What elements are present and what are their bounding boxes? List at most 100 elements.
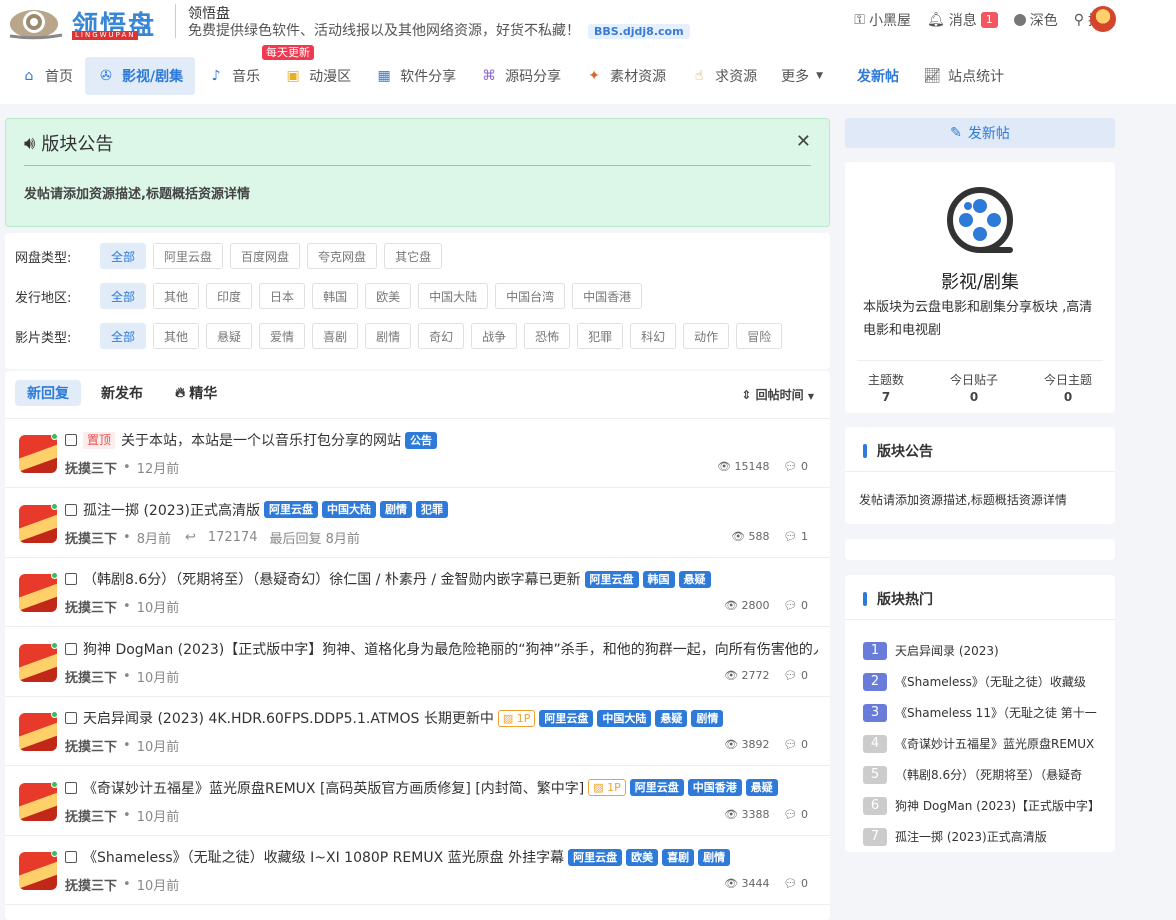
nav-software[interactable]: ▦ 软件分享	[363, 57, 468, 95]
filter-chip[interactable]: 中国香港	[572, 283, 643, 309]
hot-thread-title[interactable]: 《Shameless 11》（无耻之徒 第十一	[895, 704, 1097, 721]
filter-chip[interactable]: 韩国	[312, 283, 359, 309]
thread-checkbox[interactable]	[65, 712, 77, 724]
filter-chip[interactable]: 恐怖	[524, 323, 571, 349]
thread-title[interactable]: 《奇谋妙计五福星》蓝光原盘REMUX [高码英版官方画质修复] [内封简、繁中字…	[83, 778, 778, 798]
filter-chip[interactable]: 奇幻	[418, 323, 465, 349]
thread-tag[interactable]: 剧情	[698, 848, 731, 866]
thread-tag[interactable]: 韩国	[642, 570, 675, 588]
thread-author[interactable]: 抚摸三下	[65, 736, 117, 755]
hot-thread-title[interactable]: 《奇谋妙计五福星》蓝光原盘REMUX	[895, 735, 1094, 752]
table-row[interactable]: 孤注一掷 (2023)正式高清版 阿里云盘 中国大陆 剧情 犯罪 抚摸三下 • 8月前 ↩ 172…	[5, 489, 830, 558]
nav-home[interactable]: ⌂ 首页	[8, 57, 85, 95]
thread-checkbox[interactable]	[65, 781, 77, 794]
nav-new-post-button[interactable]: 发新帖	[845, 57, 911, 95]
thread-tag[interactable]: 阿里云盘	[539, 709, 594, 727]
thread-title-text[interactable]: （韩剧8.6分）（死期将至）（悬疑奇幻）徐仁国 / 朴素丹 / 金智勋内嵌字幕已…	[83, 569, 581, 589]
thread-tag[interactable]: 公告	[405, 431, 438, 449]
nav-movies[interactable]: ✇ 影视/剧集	[85, 57, 196, 95]
filter-chip[interactable]: 百度网盘	[230, 243, 301, 269]
thread-tag[interactable]: 阿里云盘	[568, 848, 623, 866]
sort-dropdown[interactable]: ⇕ 回帖时间 ▼	[741, 386, 814, 403]
hot-thread-item[interactable]: 6 狗神 DogMan (2023)【正式版中字】	[863, 790, 1103, 821]
thread-checkbox[interactable]	[65, 503, 77, 516]
thread-tag[interactable]: 犯罪	[416, 501, 449, 518]
thread-tag[interactable]: 阿里云盘	[629, 779, 684, 796]
thread-title-text[interactable]: 狗神 DogMan (2023)【正式版中字】狗神、道格化身为最危险艳丽的“狗神…	[83, 639, 818, 659]
table-row[interactable]: 《奇谋妙计五福星》蓝光原盘REMUX [高码英版官方画质修复] [内封简、繁中字…	[5, 767, 830, 836]
thread-title[interactable]: 天启异闻录 (2023) 4K.HDR.60FPS.DDP5.1.ATMOS 长…	[83, 708, 724, 728]
thread-tag[interactable]: 喜剧	[662, 848, 695, 866]
thread-tag[interactable]: 剧情	[691, 709, 724, 727]
nav-stats[interactable]: 📈︎ 站点统计	[911, 57, 1016, 95]
filter-chip[interactable]: 其它盘	[384, 243, 443, 269]
thread-title[interactable]: 孤注一掷 (2023)正式高清版 阿里云盘 中国大陆 剧情 犯罪	[83, 500, 449, 520]
thread-title-text[interactable]: 天启异闻录 (2023) 4K.HDR.60FPS.DDP5.1.ATMOS 长…	[83, 708, 494, 728]
avatar[interactable]	[19, 643, 57, 682]
thread-checkbox[interactable]	[65, 573, 77, 585]
hot-thread-item[interactable]: 5 （韩剧8.6分）（死期将至）（悬疑奇	[863, 759, 1103, 790]
filter-chip[interactable]: 欧美	[365, 283, 412, 309]
filter-chip[interactable]: 中国台湾	[495, 283, 566, 309]
thread-title[interactable]: 置顶 关于本站，本站是一个以音乐打包分享的网站 公告	[83, 430, 438, 450]
filter-chip[interactable]: 印度	[206, 283, 253, 309]
nav-anime[interactable]: ▣ 动漫区	[272, 57, 363, 95]
thread-tag[interactable]: 中国大陆	[322, 501, 377, 518]
filter-chip[interactable]: 冒险	[736, 323, 783, 349]
thread-tag[interactable]: 欧美	[626, 848, 659, 866]
filter-chip[interactable]: 动作	[683, 323, 730, 349]
filter-chip[interactable]: 悬疑	[206, 323, 253, 349]
nav-requests[interactable]: ☝ 求资源	[678, 57, 769, 95]
filter-chip[interactable]: 全部	[100, 283, 147, 309]
user-avatar[interactable]	[1090, 6, 1116, 32]
thread-title[interactable]: （韩剧8.6分）（死期将至）（悬疑奇幻）徐仁国 / 朴素丹 / 金智勋内嵌字幕已…	[83, 569, 711, 589]
table-row[interactable]: 天启异闻录 (2023) 4K.HDR.60FPS.DDP5.1.ATMOS 长…	[5, 697, 830, 766]
tab-new-posts[interactable]: 新发布	[89, 380, 155, 406]
dark-mode-toggle[interactable]: 深色	[1013, 10, 1058, 30]
filter-chip[interactable]: 犯罪	[577, 323, 624, 349]
thread-title-text[interactable]: 孤注一掷 (2023)正式高清版	[83, 500, 260, 520]
thread-title[interactable]: 《Shameless》（无耻之徒）收藏级 Ⅰ~XI 1080P REMUX 蓝光…	[83, 847, 731, 867]
hot-thread-item[interactable]: 3 《Shameless 11》（无耻之徒 第十一	[863, 697, 1103, 728]
hot-thread-item[interactable]: 2 《Shameless》（无耻之徒）收藏级	[863, 666, 1103, 697]
filter-chip[interactable]: 中国大陆	[418, 283, 489, 309]
nav-music[interactable]: ♪ 音乐	[195, 57, 272, 95]
thread-checkbox[interactable]	[65, 642, 77, 655]
thread-author[interactable]: 抚摸三下	[65, 667, 117, 686]
thread-tag[interactable]: 悬疑	[655, 709, 688, 727]
thread-tag[interactable]: 悬疑	[745, 779, 778, 796]
thread-title-text[interactable]: 《Shameless》（无耻之徒）收藏级 Ⅰ~XI 1080P REMUX 蓝光…	[83, 847, 564, 867]
hot-thread-item[interactable]: 4 《奇谋妙计五福星》蓝光原盘REMUX	[863, 728, 1103, 759]
hot-thread-item[interactable]: 1 天启异闻录 (2023)	[863, 635, 1103, 666]
hot-thread-item[interactable]: 7 孤注一掷 (2023)正式高清版	[863, 821, 1103, 852]
thread-author[interactable]: 抚摸三下	[65, 875, 117, 894]
sidebar-new-post-button[interactable]: ✎ 发新帖	[845, 118, 1115, 148]
avatar[interactable]	[19, 713, 57, 751]
filter-chip[interactable]: 战争	[471, 323, 518, 349]
hot-thread-title[interactable]: 孤注一掷 (2023)正式高清版	[895, 828, 1047, 845]
hot-thread-title[interactable]: 天启异闻录 (2023)	[895, 642, 999, 659]
filter-chip[interactable]: 夸克网盘	[307, 243, 378, 269]
thread-tag[interactable]: 剧情	[380, 501, 413, 518]
filter-chip[interactable]: 全部	[100, 243, 147, 269]
thread-tag[interactable]: 中国大陆	[597, 709, 652, 727]
nav-source-code[interactable]: ⌘ 源码分享	[468, 57, 573, 95]
tab-featured[interactable]: 🔥︎ 精华	[163, 380, 229, 406]
filter-chip[interactable]: 剧情	[365, 323, 412, 349]
thread-author[interactable]: 抚摸三下	[65, 458, 117, 477]
nav-materials[interactable]: ✦ 素材资源	[573, 57, 678, 95]
filter-chip[interactable]: 科幻	[630, 323, 677, 349]
filter-chip[interactable]: 其他	[153, 283, 200, 309]
site-logo[interactable]: 领悟盘 LINGWUPAN	[6, 2, 156, 41]
table-row[interactable]: （韩剧8.6分）（死期将至）（悬疑奇幻）徐仁国 / 朴素丹 / 金智勋内嵌字幕已…	[5, 558, 830, 627]
filter-chip[interactable]: 全部	[100, 323, 147, 349]
avatar[interactable]	[19, 852, 57, 890]
tab-new-replies[interactable]: 新回复	[15, 380, 81, 406]
thread-tag[interactable]: 悬疑	[678, 570, 711, 588]
messages-link[interactable]: 🔔︎ 消息 1	[927, 10, 998, 30]
close-icon[interactable]: ✕	[796, 131, 811, 152]
thread-title-text[interactable]: 《奇谋妙计五福星》蓝光原盘REMUX [高码英版官方画质修复] [内封简、繁中字…	[83, 778, 584, 798]
thread-tag[interactable]: 阿里云盘	[264, 501, 319, 518]
domain-badge[interactable]: BBS.djdj8.com	[588, 24, 690, 39]
thread-title-text[interactable]: 关于本站，本站是一个以音乐打包分享的网站	[121, 430, 401, 450]
